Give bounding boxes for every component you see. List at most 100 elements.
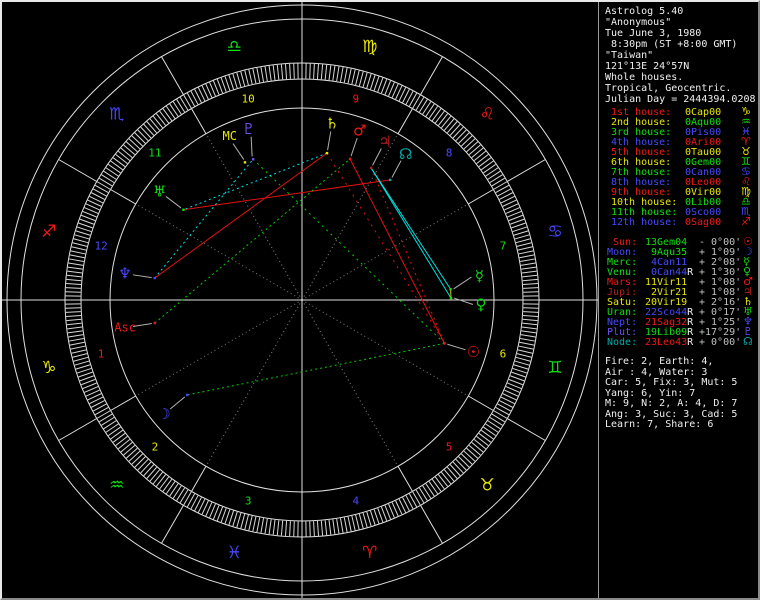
degree-tick [159,110,170,124]
degree-tick [491,413,505,423]
degree-tick [471,441,484,453]
saturn-icon: ♄ [325,115,338,133]
degree-tick [468,444,481,456]
mc-pointer [232,143,245,160]
house-number-3: 3 [245,494,252,507]
degree-tick [455,458,467,471]
degree-tick [523,311,539,313]
degree-tick [512,226,528,233]
degree-tick [128,138,141,150]
degree-tick [366,73,372,89]
degree-tick [67,270,83,274]
degree-tick [489,174,503,184]
house-row-value: 0Sag00 [685,217,722,228]
asc-label: Asc [114,321,136,335]
degree-tick [244,514,249,530]
degree-tick [96,181,111,190]
degree-tick [68,334,84,338]
degree-tick [471,147,484,159]
sign-boundary [420,504,443,544]
degree-tick [324,520,328,536]
sun-dot [443,342,446,345]
degree-tick [434,476,445,490]
degree-tick [485,167,499,177]
degree-tick [443,469,455,482]
degree-tick [520,334,536,338]
degree-tick [65,291,81,293]
aspect-trine-sun-moon [187,342,445,396]
degree-tick [183,94,192,109]
degree-tick [522,278,538,282]
degree-tick [176,99,186,113]
degree-tick [428,105,439,119]
house-row-label: 12th house: [611,217,678,228]
degree-tick [285,64,288,80]
degree-tick [71,246,87,251]
house-number-11: 11 [148,146,161,159]
degree-tick [276,520,280,536]
degree-tick [316,64,319,80]
sign-boundary [506,159,546,182]
retrograde-flag: R [687,267,694,278]
degree-tick [76,226,92,233]
node-icon: ☊ [399,145,412,163]
house-number-10: 10 [242,93,255,106]
degree-tick [183,491,192,506]
degree-tick [336,518,340,534]
degree-tick [366,511,372,527]
degree-tick [66,318,82,322]
degree-tick [358,513,364,529]
degree-tick [463,138,476,150]
degree-tick [476,435,489,446]
degree-tick [437,474,448,487]
degree-tick [343,517,348,533]
degree-tick [425,103,435,117]
degree-tick [268,65,272,81]
degree-tick [377,77,384,93]
header-line-6: 121°13E 24°57N [605,61,690,72]
degree-tick [236,512,242,528]
mc-label: MC [223,129,237,143]
degree-tick [228,510,235,526]
degree-tick [422,485,432,499]
degree-tick [449,123,461,136]
aquarius-sign-icon: ♒ [109,475,124,495]
degree-tick [443,118,455,131]
aspect-sextile-neptune-pluto [154,158,254,279]
degree-tick [67,266,83,270]
degree-tick [521,330,537,334]
degree-tick [248,515,253,531]
degree-tick [264,518,268,534]
mars-dot [348,157,352,161]
degree-tick [473,150,487,161]
degree-tick [103,420,117,430]
degree-tick [422,101,432,115]
degree-tick [521,270,537,274]
degree-tick [514,360,530,366]
degree-tick [473,439,487,450]
degree-tick [518,250,534,255]
aspect-sextile-jupiter-mercury [370,167,452,290]
node-pointer [391,160,402,178]
sign-boundary [161,504,184,544]
sign-boundary [506,418,546,441]
uranus-icon: ♅ [153,183,166,201]
sign-boundary [161,56,184,96]
degree-tick [412,491,421,506]
planet-row-icon: ☊ [743,335,753,348]
degree-tick [517,349,533,354]
degree-tick [232,73,238,89]
degree-tick [66,283,82,286]
degree-tick [347,516,352,532]
degree-tick [75,230,91,236]
moon-icon: ☽ [157,405,170,423]
house-number-6: 6 [500,347,507,360]
degree-tick [110,429,124,440]
degree-tick [110,160,124,171]
degree-tick [165,481,176,495]
degree-tick [522,283,538,286]
degree-tick [224,76,231,91]
degree-tick [244,70,249,86]
degree-tick [309,63,311,79]
degree-tick [149,469,161,482]
